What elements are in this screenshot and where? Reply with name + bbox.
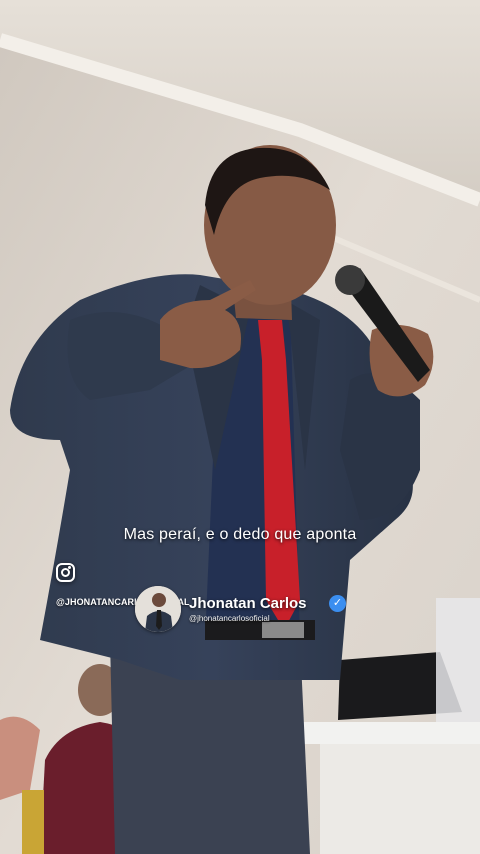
podium-top: [288, 722, 480, 744]
acrylic-stand: [436, 598, 480, 728]
video-frame: [0, 0, 480, 854]
instagram-icon: [56, 563, 75, 582]
podium-body: [320, 744, 480, 854]
avatar-portrait: [135, 586, 181, 632]
microphone-head: [335, 265, 365, 295]
profile-handle: @jhonatancarlosoficial: [189, 614, 270, 623]
avatar: [135, 586, 181, 632]
profile-name: Jhonatan Carlos: [189, 595, 307, 612]
belt-buckle: [262, 622, 304, 638]
chair: [22, 790, 44, 854]
verified-badge-icon: ✓: [329, 595, 346, 612]
subtitle-caption: Mas peraí, e o dedo que aponta: [123, 526, 357, 543]
